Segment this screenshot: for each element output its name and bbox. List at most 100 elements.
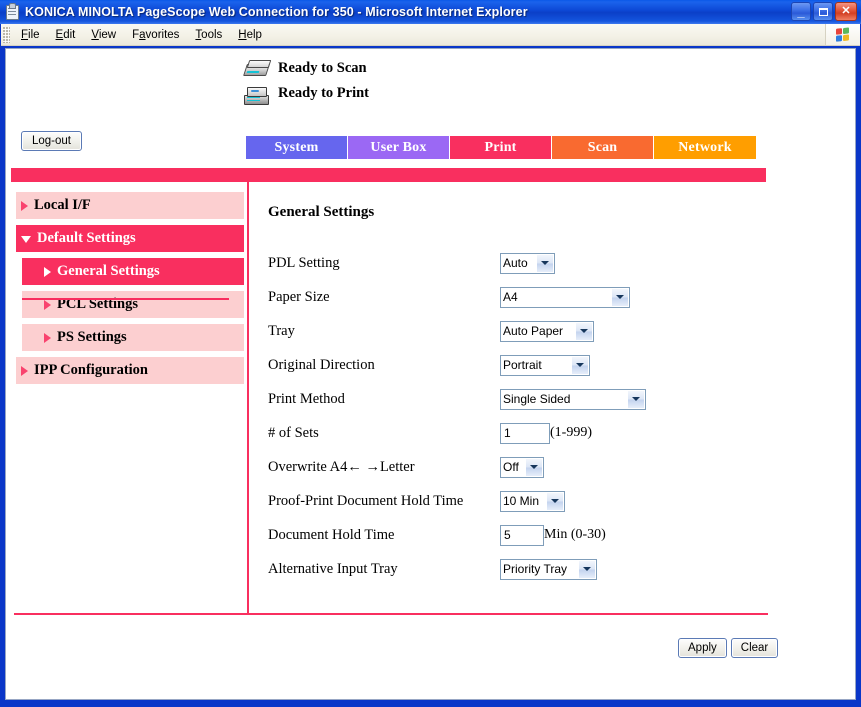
select-holder: OffOn [500,456,544,478]
windows-logo-icon [825,24,860,45]
menu-bar: File Edit View Favorites Tools Help [1,24,860,46]
printer-icon [244,84,270,105]
window-bottom-edge [1,701,860,706]
select-holder: Priority TrayTray1Tray2 [500,558,597,580]
tab-system[interactable]: System [246,136,348,159]
tray-select[interactable]: Auto PaperTray1Tray2Tray3 [500,320,594,342]
select-holder: AutoPCLPS [500,252,555,274]
main-content-panel: General Settings PDL Setting AutoPCLPS Pap… [268,204,646,586]
chevron-right-icon [21,365,28,376]
chevron-down-icon [21,236,31,243]
field-control-wrap: Single SidedDouble Sided [500,388,646,410]
sidebar-divider-rule [22,298,229,300]
menu-item-file-rest: ile [28,28,40,41]
menu-item-help-rest: elp [246,28,262,41]
printer-status-row: Ready to Print [244,83,370,105]
field-control-wrap: (1-999) [500,422,592,444]
select-holder: Single SidedDouble Sided [500,388,646,410]
sidebar-item-label: PS Settings [57,329,127,345]
field-control-wrap: AutoPCLPS [500,252,555,274]
pdl-setting-select[interactable]: AutoPCLPS [500,252,555,274]
maximize-button[interactable] [813,2,833,21]
menu-item-favorites-rest: vorites [145,28,180,41]
tab-user-box[interactable]: User Box [348,136,450,159]
menu-item-file[interactable]: File [13,27,48,43]
menu-grip-handle[interactable] [3,26,10,43]
field-label: Proof-Print Document Hold Time [268,492,464,509]
form-row: Document Hold Time Min (0-30) [268,518,646,552]
sidebar-item-general-settings[interactable]: General Settings [22,258,244,285]
printer-status-label: Ready to Print [278,85,370,101]
proof-print-document-hold-time-select[interactable]: 5 Min10 Min30 Min60 Min [500,490,565,512]
vertical-divider [247,182,249,614]
field-label: Print Method [268,390,345,407]
field-label: Overwrite A4← →Letter [268,458,415,475]
field-label: # of Sets [268,424,319,441]
select-holder: PortraitLandscape [500,354,590,376]
menu-item-tools-rest: ools [201,28,223,41]
action-button-group: Apply Clear [678,638,779,658]
field-hint: (1-999) [550,425,592,440]
field-label: Alternative Input Tray [268,560,398,577]
field-control-wrap: PortraitLandscape [500,354,590,376]
clear-button[interactable]: Clear [730,638,779,658]
form-row: Overwrite A4← →Letter OffOn [268,450,646,484]
main-tabs: System User Box Print Scan Network [246,136,756,159]
sidebar-item-label: Default Settings [37,230,136,246]
sidebar-item-default-settings[interactable]: Default Settings [16,225,244,252]
form-row: # of Sets (1-999) [268,416,646,450]
field-label: PDL Setting [268,254,340,271]
menu-item-view-rest: iew [98,28,117,41]
form-row: Tray Auto PaperTray1Tray2Tray3 [268,314,646,348]
tab-scan[interactable]: Scan [552,136,654,159]
original-direction-select[interactable]: PortraitLandscape [500,354,590,376]
chevron-right-icon [44,266,51,277]
field-label: Document Hold Time [268,526,395,543]
chevron-right-icon [44,332,51,343]
sidebar-item-label: IPP Configuration [34,362,148,378]
field-control-wrap: Auto PaperTray1Tray2Tray3 [500,320,594,342]
chevron-right-icon [44,299,51,310]
print-method-select[interactable]: Single SidedDouble Sided [500,388,646,410]
menu-item-view[interactable]: View [83,27,124,43]
tab-print[interactable]: Print [450,136,552,159]
sidebar-nav: Local I/F Default Settings General Setting… [16,192,244,390]
of-sets-input[interactable] [500,422,550,444]
close-button[interactable]: ✕ [835,2,857,21]
field-control-wrap: A4A3B4B5LetterLegal [500,286,630,308]
content-bottom-rule [14,613,768,615]
menu-item-tools[interactable]: Tools [187,27,230,43]
document-hold-time-input[interactable] [500,524,544,546]
window-title: KONICA MINOLTA PageScope Web Connection … [25,5,528,19]
paper-size-select[interactable]: A4A3B4B5LetterLegal [500,286,630,308]
minimize-icon: _ [797,4,805,19]
window-controls: _ ✕ [791,2,857,21]
sidebar-item-label: Local I/F [34,197,91,213]
alternative-input-tray-select[interactable]: Priority TrayTray1Tray2 [500,558,597,580]
field-hint: Min (0-30) [544,527,606,542]
browser-page-viewport: Ready to Scan Ready to Print Log-out Sys… [5,48,856,700]
overwrite-a4-letter-select[interactable]: OffOn [500,456,544,478]
maximize-icon [814,3,832,20]
sidebar-item-local-i-f[interactable]: Local I/F [16,192,244,219]
menu-item-edit[interactable]: Edit [48,27,84,43]
tab-network[interactable]: Network [654,136,756,159]
sidebar-item-pcl-settings[interactable]: PCL Settings [22,291,244,318]
sidebar-item-ipp-configuration[interactable]: IPP Configuration [16,357,244,384]
sidebar-item-label: General Settings [57,263,160,279]
page-title: General Settings [268,204,375,220]
form-row: Proof-Print Document Hold Time 5 Min10 Mi… [268,484,646,518]
select-holder: Auto PaperTray1Tray2Tray3 [500,320,594,342]
menu-item-favorites[interactable]: Favorites [124,27,187,43]
scanner-status-row: Ready to Scan [243,58,369,79]
minimize-button[interactable]: _ [791,2,811,21]
accent-banner-bar [11,168,766,182]
form-row: Alternative Input Tray Priority TrayTray1… [268,552,646,586]
settings-form: PDL Setting AutoPCLPS Paper Size A4A3B4B5Le… [268,246,646,586]
device-status-block: Ready to Scan Ready to Print [243,58,370,105]
sidebar-item-ps-settings[interactable]: PS Settings [22,324,244,351]
apply-button[interactable]: Apply [678,638,727,658]
ie-window: KONICA MINOLTA PageScope Web Connection … [0,0,861,707]
logout-button[interactable]: Log-out [21,131,83,151]
menu-item-help[interactable]: Help [230,27,270,43]
